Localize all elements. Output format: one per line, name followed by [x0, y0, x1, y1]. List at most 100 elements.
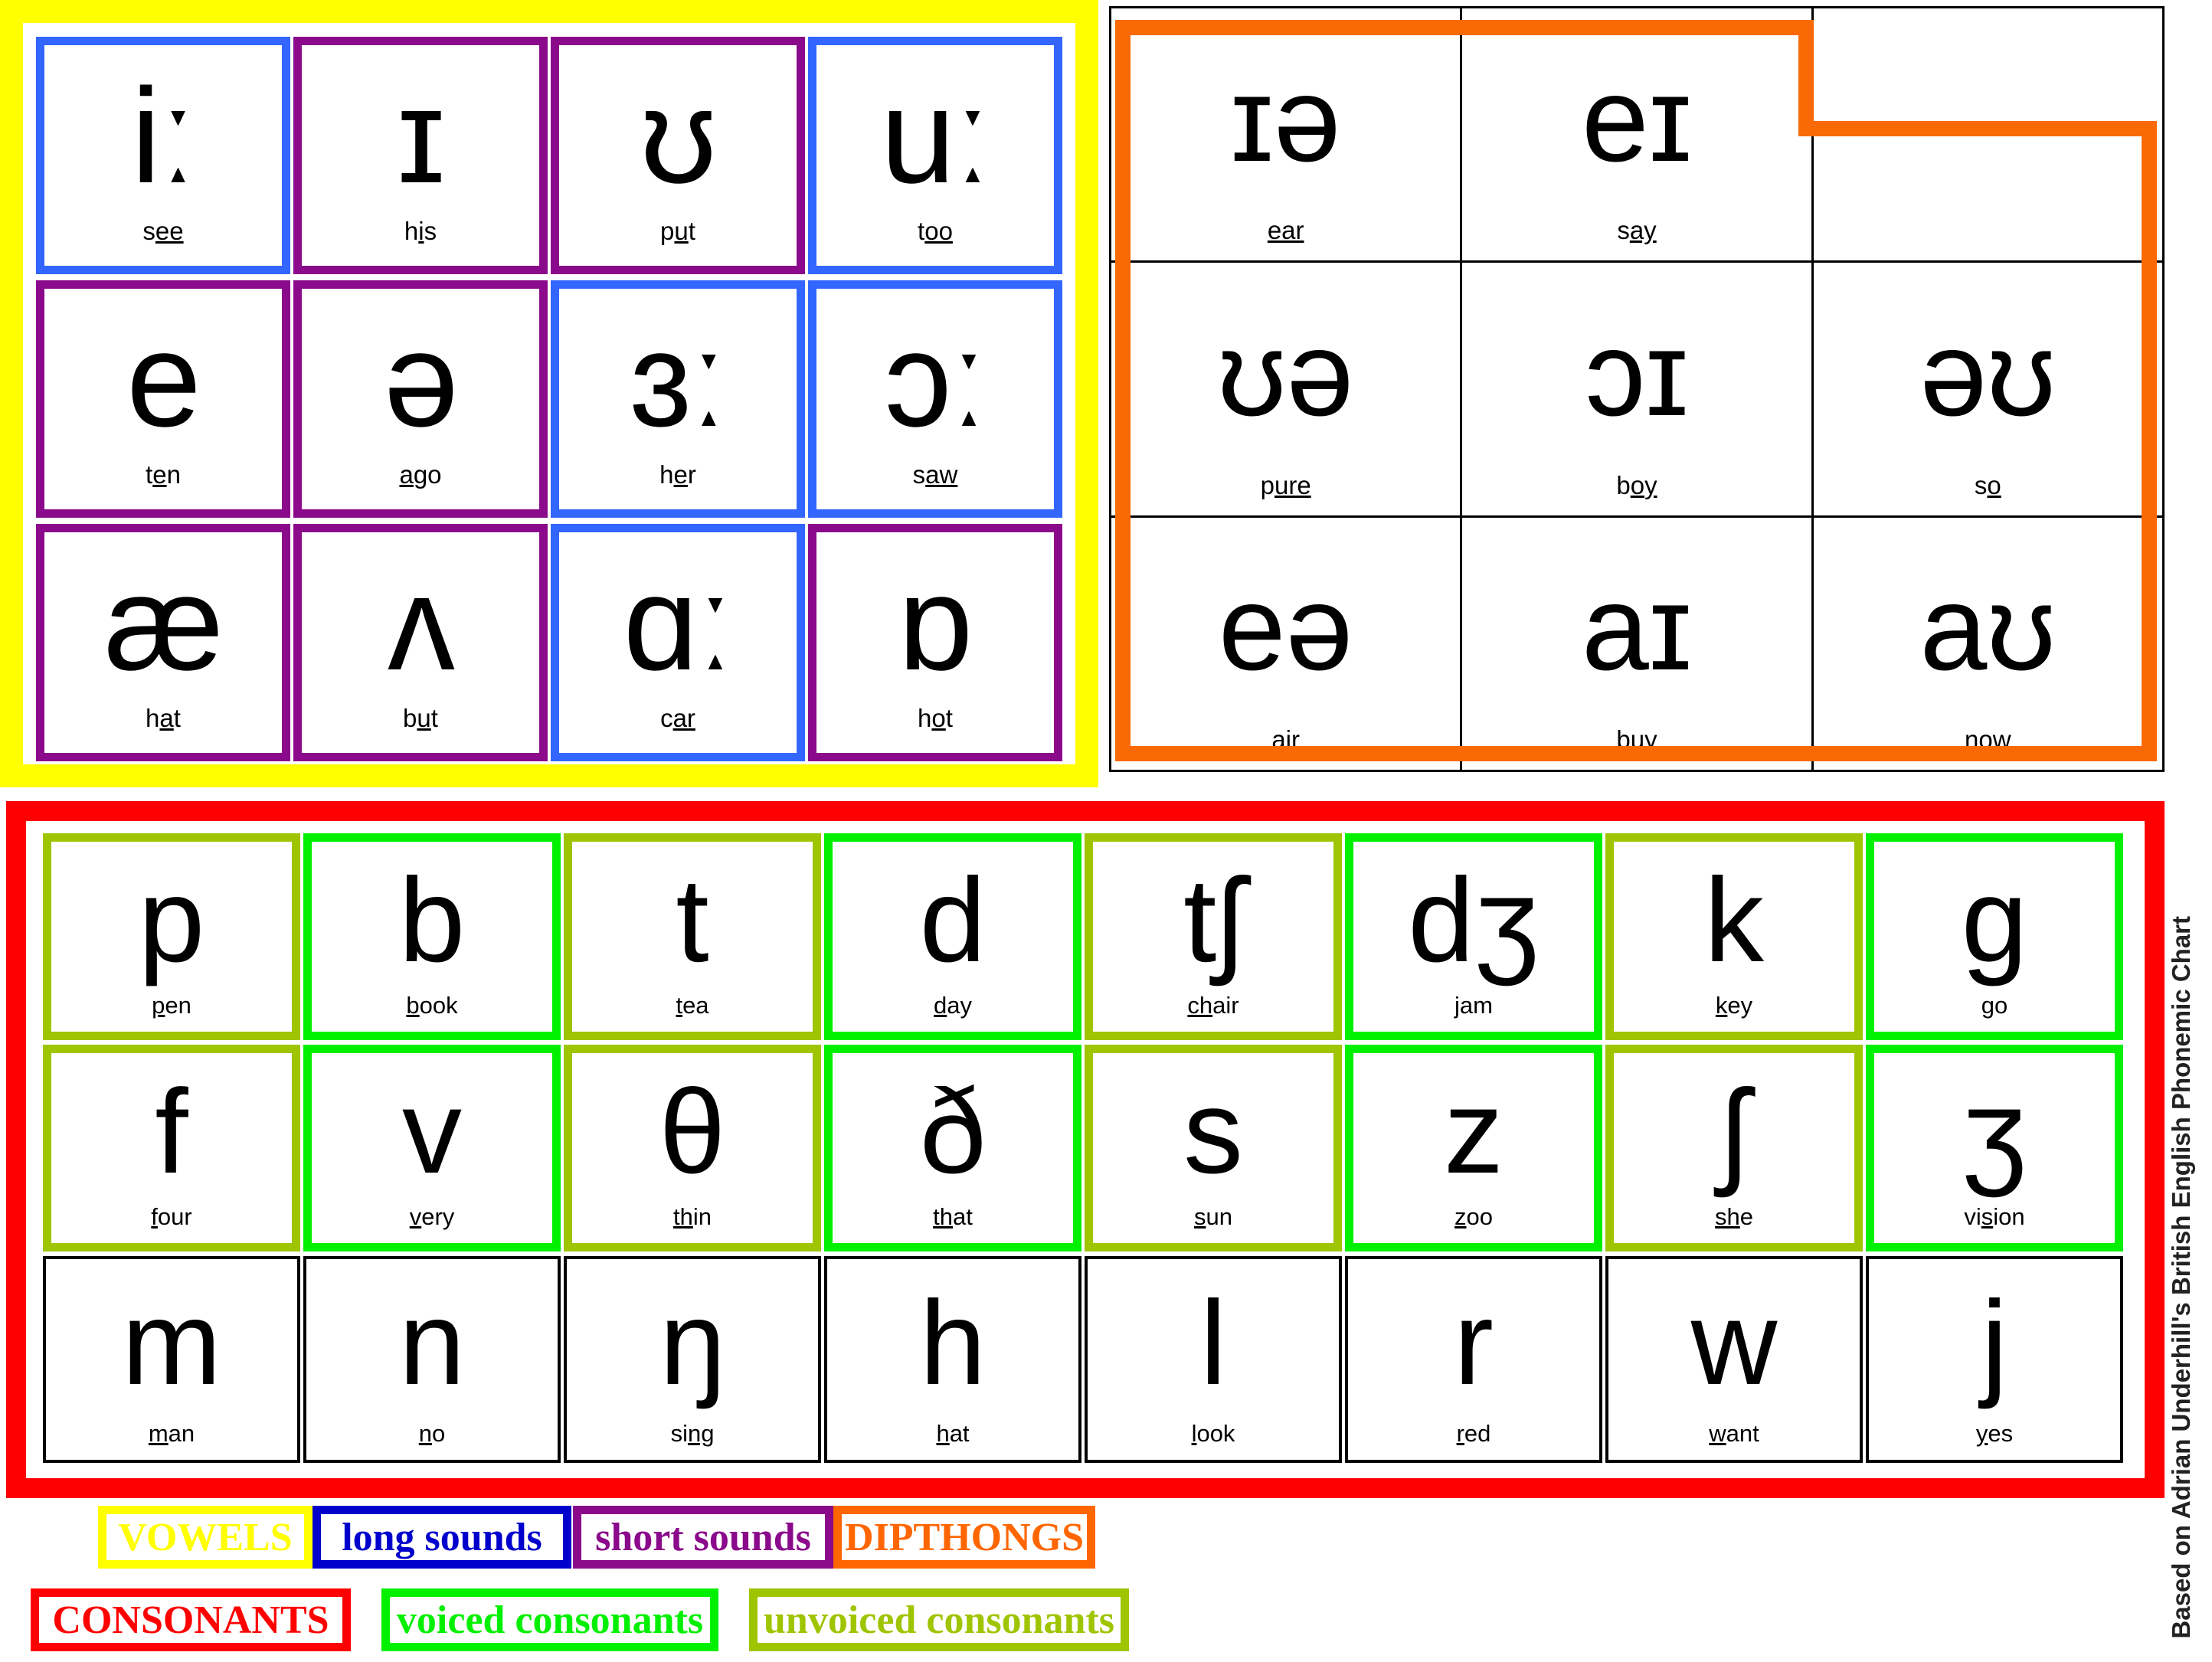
- vowel-example-word: her: [659, 460, 696, 489]
- consonants-section: p pen b book t tea d day tʃ chair dʒ jam k key g go f fou…: [6, 801, 2165, 1498]
- diphthong-example-word: ear: [1267, 216, 1304, 245]
- consonant-example-word: red: [1456, 1420, 1491, 1447]
- consonant-card[interactable]: h hat: [824, 1256, 1081, 1463]
- consonant-card[interactable]: k key: [1605, 833, 1863, 1040]
- consonant-card[interactable]: s sun: [1085, 1045, 1342, 1251]
- consonant-example-word: vision: [1964, 1203, 2025, 1230]
- legend-item: unvoiced consonants: [749, 1588, 1129, 1651]
- diphthong-card[interactable]: ɔɪ boy: [1462, 263, 1811, 515]
- diphthong-example-word: pure: [1260, 470, 1311, 499]
- consonant-card[interactable]: v very: [303, 1045, 561, 1251]
- diphthong-card[interactable]: əʊ so: [1813, 263, 2162, 515]
- diphthong-symbol: ɔɪ: [1585, 306, 1689, 441]
- phonemic-chart-page: iː see ɪ his ʊ put uː too e ten ə ago ɜː her ɔː saw æ hat…: [0, 0, 2212, 1662]
- consonant-example-word: sun: [1194, 1203, 1232, 1230]
- vowel-card[interactable]: uː too: [808, 37, 1062, 274]
- consonant-card[interactable]: t tea: [564, 833, 821, 1040]
- consonants-grid: p pen b book t tea d day tʃ chair dʒ jam k key g go f fou…: [43, 833, 2126, 1477]
- diphthong-card[interactable]: aɪ buy: [1462, 517, 1811, 770]
- vowel-example-word: too: [918, 217, 953, 245]
- vowel-symbol: iː: [131, 61, 197, 211]
- diphthong-card[interactable]: eɪ say: [1462, 8, 1811, 261]
- vowel-card[interactable]: ɪ his: [293, 37, 548, 274]
- legend-item-label: voiced consonants: [396, 1598, 704, 1642]
- diphthong-symbol: eə: [1218, 561, 1353, 696]
- consonant-card[interactable]: m man: [43, 1256, 300, 1463]
- vowel-card[interactable]: ʌ but: [293, 524, 548, 761]
- consonant-card[interactable]: tʃ chair: [1085, 833, 1342, 1040]
- consonant-symbol: s: [1183, 1065, 1243, 1199]
- consonant-card[interactable]: l look: [1085, 1256, 1342, 1463]
- consonant-example-word: zoo: [1454, 1203, 1493, 1230]
- vowel-card[interactable]: iː see: [36, 37, 290, 274]
- consonant-card[interactable]: r red: [1345, 1256, 1602, 1463]
- diphthong-symbol: ʊə: [1217, 306, 1354, 441]
- consonant-example-word: no: [418, 1420, 446, 1447]
- consonant-example-word: day: [934, 992, 972, 1019]
- consonant-card[interactable]: dʒ jam: [1345, 833, 1602, 1040]
- consonant-card[interactable]: f four: [43, 1045, 300, 1251]
- diphthong-example-word: boy: [1616, 470, 1657, 499]
- consonant-card[interactable]: ð that: [824, 1045, 1081, 1251]
- legend-item-label: VOWELS: [118, 1515, 293, 1559]
- vowel-card[interactable]: ɑː car: [551, 524, 805, 761]
- consonant-symbol: f: [155, 1065, 188, 1199]
- consonant-example-word: pen: [152, 992, 191, 1019]
- consonant-symbol: ŋ: [659, 1277, 726, 1410]
- consonant-card[interactable]: b book: [303, 833, 561, 1040]
- consonant-example-word: four: [151, 1203, 192, 1230]
- consonant-example-word: she: [1715, 1203, 1753, 1230]
- vowel-example-word: ago: [399, 460, 442, 489]
- consonant-example-word: hat: [936, 1420, 970, 1447]
- consonant-card[interactable]: ʃ she: [1605, 1045, 1863, 1251]
- consonant-card[interactable]: z zoo: [1345, 1045, 1602, 1251]
- diphthong-outline-top: [1115, 20, 1814, 35]
- legend: VOWELS long sounds short sounds DIPTHONGS C…: [0, 1506, 2137, 1662]
- vowel-example-word: car: [660, 704, 695, 732]
- consonant-symbol: w: [1690, 1277, 1778, 1410]
- diphthong-outline-notch-horizontal: [1798, 121, 2157, 136]
- consonant-card[interactable]: j yes: [1866, 1256, 2123, 1463]
- vowel-example-word: saw: [912, 460, 958, 489]
- consonant-card[interactable]: ŋ sing: [564, 1256, 821, 1463]
- legend-row-1: VOWELS long sounds short sounds DIPTHONGS: [0, 1506, 2137, 1572]
- vowel-symbol: ə: [384, 305, 459, 455]
- vowel-card[interactable]: ʊ put: [551, 37, 805, 274]
- legend-item-label: DIPTHONGS: [844, 1515, 1085, 1559]
- vowel-card[interactable]: æ hat: [36, 524, 290, 761]
- consonant-symbol: h: [919, 1277, 987, 1410]
- consonant-card[interactable]: ʒ vision: [1866, 1045, 2123, 1251]
- vowel-card[interactable]: e ten: [36, 280, 290, 518]
- consonant-example-word: go: [1981, 992, 2008, 1019]
- legend-item-label: CONSONANTS: [52, 1598, 329, 1642]
- consonant-example-word: that: [933, 1203, 973, 1230]
- consonant-card[interactable]: d day: [824, 833, 1081, 1040]
- consonant-card[interactable]: g go: [1866, 833, 2123, 1040]
- consonant-symbol: g: [1961, 854, 2028, 987]
- diphthongs-section: ɪə ear eɪ say ʊə pure ɔɪ boy əʊ so eə air aɪ buy aʊ now: [1109, 6, 2165, 772]
- consonant-card[interactable]: p pen: [43, 833, 300, 1040]
- legend-item-label: short sounds: [595, 1515, 811, 1559]
- diphthong-card[interactable]: ɪə ear: [1111, 8, 1461, 261]
- vowel-card[interactable]: ɔː saw: [808, 280, 1062, 518]
- vowel-example-word: hot: [918, 704, 953, 732]
- consonant-card[interactable]: θ thin: [564, 1045, 821, 1251]
- consonant-card[interactable]: n no: [303, 1256, 561, 1463]
- diphthong-symbol: eɪ: [1581, 51, 1693, 187]
- consonant-card[interactable]: w want: [1605, 1256, 1863, 1463]
- consonant-example-word: look: [1191, 1420, 1235, 1447]
- consonant-example-word: very: [409, 1203, 455, 1230]
- vowel-example-word: ten: [146, 460, 181, 489]
- vowel-example-word: see: [142, 217, 184, 245]
- vowel-card[interactable]: ə ago: [293, 280, 548, 518]
- vowel-symbol: uː: [880, 61, 992, 211]
- consonant-example-word: book: [406, 992, 458, 1019]
- consonant-example-word: jam: [1454, 992, 1493, 1019]
- vowel-card[interactable]: ɜː her: [551, 280, 805, 518]
- vowel-symbol: e: [126, 305, 201, 455]
- diphthong-card[interactable]: ʊə pure: [1111, 263, 1461, 515]
- diphthong-card[interactable]: eə air: [1111, 517, 1461, 770]
- vowel-card[interactable]: ɒ hot: [808, 524, 1062, 761]
- consonant-symbol: ð: [919, 1065, 987, 1199]
- diphthong-card[interactable]: aʊ now: [1813, 517, 2162, 770]
